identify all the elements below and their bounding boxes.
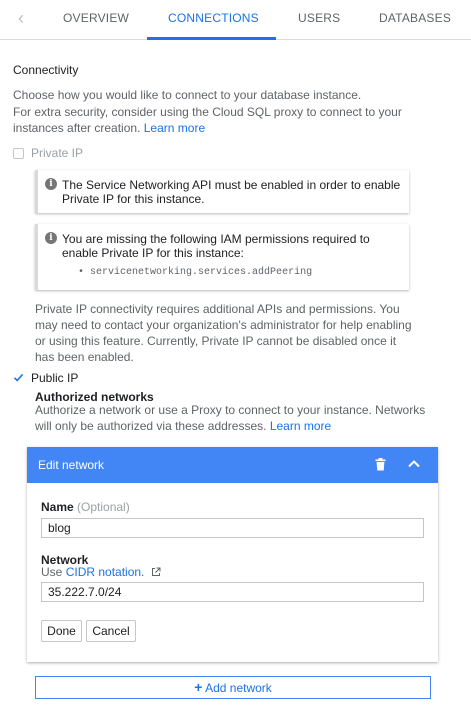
trash-icon[interactable]: [375, 458, 386, 471]
public-ip-checkbox[interactable]: [13, 372, 24, 383]
plus-icon: +: [194, 679, 203, 695]
private-ip-label: Private IP: [31, 146, 84, 160]
edit-network-header[interactable]: Edit network: [27, 447, 438, 483]
section-title: Connectivity: [13, 63, 79, 77]
api-notice-text: The Service Networking API must be enabl…: [62, 178, 401, 206]
network-input[interactable]: [41, 582, 424, 602]
public-ip-label: Public IP: [31, 371, 79, 385]
api-notice: i The Service Networking API must be ena…: [35, 170, 409, 213]
chevron-up-icon[interactable]: [408, 459, 420, 468]
add-network-button[interactable]: + Add network: [35, 676, 431, 699]
proxy-text: For extra security, consider using the C…: [13, 105, 402, 135]
edit-network-card: Edit network Name (Optional) Network Use…: [27, 447, 438, 662]
network-hint-prefix: Use: [41, 565, 63, 579]
active-tab-indicator: [147, 37, 276, 40]
tab-bar: ‹ OVERVIEW CONNECTIONS USERS DATABASES: [0, 0, 471, 40]
connectivity-proxy-note: For extra security, consider using the C…: [13, 104, 453, 136]
network-hint: Use CIDR notation.: [41, 565, 161, 579]
edit-network-title: Edit network: [38, 458, 105, 472]
learn-more-link[interactable]: Learn more: [144, 121, 205, 135]
connectivity-intro: Choose how you would like to connect to …: [13, 88, 362, 102]
iam-notice: i You are missing the following IAM perm…: [35, 224, 409, 290]
tab-databases[interactable]: DATABASES: [379, 11, 451, 25]
check-icon: [13, 373, 24, 382]
add-network-label: Add network: [205, 681, 272, 695]
private-ip-note: Private IP connectivity requires additio…: [35, 302, 412, 364]
cidr-notation-link[interactable]: CIDR notation.: [66, 565, 145, 579]
tab-connections[interactable]: CONNECTIONS: [168, 11, 259, 25]
external-link-icon[interactable]: [151, 567, 161, 577]
iam-notice-text: You are missing the following IAM permis…: [62, 232, 370, 260]
tab-overview[interactable]: OVERVIEW: [63, 11, 129, 25]
name-input[interactable]: [41, 518, 424, 538]
permission-item: • servicenetworking.services.addPeering: [78, 267, 312, 278]
name-field-label: Name (Optional): [41, 500, 130, 514]
done-button[interactable]: Done: [41, 620, 82, 642]
learn-more-link[interactable]: Learn more: [270, 419, 331, 433]
cancel-button[interactable]: Cancel: [86, 620, 136, 642]
name-label: Name: [41, 500, 74, 514]
optional-hint: (Optional): [77, 500, 130, 514]
info-icon: i: [45, 232, 57, 244]
info-icon: i: [45, 178, 57, 190]
bullet: •: [78, 267, 85, 278]
private-ip-checkbox[interactable]: [13, 148, 24, 159]
permission-name: servicenetworking.services.addPeering: [90, 267, 313, 278]
tab-users[interactable]: USERS: [298, 11, 340, 25]
chevron-left-icon[interactable]: ‹: [18, 8, 24, 28]
authorized-desc-text: Authorize a network or use a Proxy to co…: [35, 403, 426, 433]
authorized-networks-desc: Authorize a network or use a Proxy to co…: [35, 402, 430, 434]
